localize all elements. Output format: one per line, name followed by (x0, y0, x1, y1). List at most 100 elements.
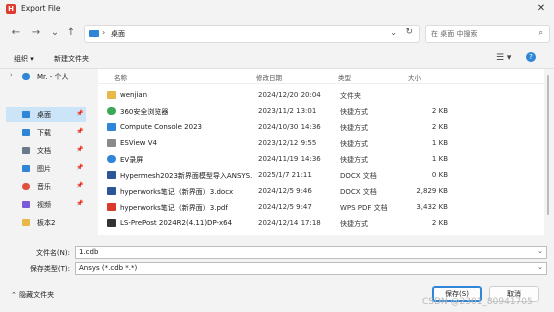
file-type: DOCX 文档 (340, 188, 377, 196)
view-options-button[interactable]: ☰ ▾ (496, 53, 511, 63)
filetype-value: Ansys (*.cdb *.*) (79, 264, 138, 272)
sidebar-item-documents[interactable]: 文档 📌 (6, 143, 86, 158)
file-type: 快捷方式 (340, 140, 368, 148)
cloud-icon (22, 73, 30, 80)
vertical-scrollbar[interactable] (546, 69, 550, 235)
file-name: Hypermesh2023新界面模型导入ANSYS... (120, 172, 252, 180)
file-date: 2024/12/20 20:04 (258, 91, 321, 99)
download-icon (22, 129, 30, 136)
file-type: 快捷方式 (340, 156, 368, 164)
file-type: 文件夹 (340, 92, 361, 100)
help-icon[interactable]: ? (526, 52, 536, 62)
forward-arrow-icon[interactable]: → (29, 26, 43, 40)
sidebar-item-label: 板本2 (37, 219, 56, 227)
search-box[interactable]: 在 桌面 中搜索 ⌕ (425, 25, 550, 43)
recent-locations-chevron-icon[interactable]: ⌄ (48, 26, 62, 40)
address-dropdown-icon[interactable]: ⌄ (390, 28, 397, 37)
column-header-size[interactable]: 大小 (408, 72, 421, 82)
music-icon (22, 183, 30, 190)
breadcrumb-location[interactable]: 桌面 (111, 29, 125, 39)
expand-chevron-icon[interactable]: › (10, 71, 13, 79)
watermark: CSDN @2301_80941705 (422, 297, 533, 307)
export-file-dialog: H Export File ✕ ← → ⌄ ↑ › 桌面 ⌄ ↻ 在 桌面 中搜… (0, 0, 554, 312)
sidebar-item-downloads[interactable]: 下载 📌 (6, 125, 86, 140)
close-icon[interactable]: ✕ (534, 2, 548, 16)
file-date: 2024/10/30 14:36 (258, 123, 321, 131)
file-size: 1 KB (431, 155, 448, 163)
file-size: 2 KB (431, 107, 448, 115)
list-item[interactable]: 360安全浏览器 2023/11/2 13:01 快捷方式 2 KB (100, 103, 540, 119)
sidebar-item-onedrive[interactable]: › Mr. - 个人 (6, 69, 86, 84)
list-item[interactable]: ESView V4 2023/12/12 9:55 快捷方式 1 KB (100, 135, 540, 151)
file-size: 2 KB (431, 123, 448, 131)
sidebar-item-videos[interactable]: 视频 📌 (6, 197, 86, 212)
filename-label: 文件名(N): (35, 249, 70, 257)
browser-icon (107, 107, 116, 115)
window-title: Export File (21, 4, 61, 13)
file-name: 360安全浏览器 (120, 108, 169, 116)
list-item[interactable]: EV录屏 2024/11/19 14:36 快捷方式 1 KB (100, 151, 540, 167)
file-name: ESView V4 (120, 139, 157, 147)
file-date: 2024/12/5 9:46 (258, 187, 312, 195)
pin-icon: 📌 (76, 146, 84, 153)
pin-icon: 📌 (76, 200, 84, 207)
list-item[interactable]: Compute Console 2023 2024/10/30 14:36 快捷… (100, 119, 540, 135)
file-name: wenjian (120, 91, 148, 99)
pin-icon: 📌 (76, 164, 84, 171)
refresh-icon[interactable]: ↻ (405, 27, 413, 37)
up-arrow-icon[interactable]: ↑ (64, 26, 78, 40)
file-date: 2024/12/14 17:18 (258, 219, 321, 227)
file-date: 2023/11/2 13:01 (258, 107, 317, 115)
recorder-icon (107, 155, 116, 163)
file-date: 2023/12/12 9:55 (258, 139, 317, 147)
list-item[interactable]: wenjian 2024/12/20 20:04 文件夹 (100, 87, 540, 103)
breadcrumb-separator: › (102, 28, 106, 37)
list-item[interactable]: hyperworks笔记（新界面）3.docx 2024/12/5 9:46 D… (100, 183, 540, 199)
sidebar-item-label: Mr. - 个人 (37, 73, 69, 81)
sidebar-item-folder[interactable]: 板本2 (6, 215, 86, 230)
pin-icon: 📌 (76, 128, 84, 135)
list-item[interactable]: LS-PrePost 2024R2(4.11)DP-x64 2024/12/14… (100, 215, 540, 231)
file-size: 3,432 KB (416, 203, 448, 211)
sidebar-item-label: 桌面 (37, 111, 51, 119)
app-icon: H (6, 4, 16, 14)
organize-menu-button[interactable]: 组织 ▾ (14, 54, 34, 64)
document-icon (22, 147, 30, 154)
sidebar-item-desktop[interactable]: 桌面 📌 (6, 107, 86, 122)
list-item[interactable]: hyperworks笔记（新界面）3.pdf 2024/12/5 9:47 WP… (100, 199, 540, 215)
sidebar-item-label: 视频 (37, 201, 51, 209)
filetype-dropdown-icon[interactable]: ⌄ (537, 263, 543, 271)
search-icon[interactable]: ⌕ (539, 28, 543, 38)
file-name: LS-PrePost 2024R2(4.11)DP-x64 (120, 219, 233, 227)
sidebar-item-label: 文档 (37, 147, 51, 155)
filename-field[interactable]: 1.cdb ⌄ (75, 246, 547, 259)
file-name: hyperworks笔记（新界面）3.pdf (120, 204, 228, 212)
filetype-select[interactable]: Ansys (*.cdb *.*) ⌄ (75, 262, 547, 275)
column-header-name[interactable]: 名称 (114, 72, 127, 82)
file-size: 1 KB (431, 139, 448, 147)
back-arrow-icon[interactable]: ← (9, 26, 23, 40)
file-size: 2 KB (431, 219, 448, 227)
pin-icon: 📌 (76, 182, 84, 189)
address-bar[interactable]: › 桌面 ⌄ ↻ (84, 25, 420, 43)
sidebar-item-pictures[interactable]: 图片 📌 (6, 161, 86, 176)
shortcut-icon (107, 123, 116, 131)
file-name: Compute Console 2023 (120, 123, 202, 131)
picture-icon (22, 165, 30, 172)
sidebar-item-music[interactable]: 音乐 📌 (6, 179, 86, 194)
column-header-date[interactable]: 修改日期 (256, 72, 282, 82)
file-name: hyperworks笔记（新界面）3.docx (120, 188, 234, 196)
hide-folders-toggle[interactable]: ⌃ 隐藏文件夹 (11, 290, 54, 300)
sort-up-icon: ⌃ (178, 69, 184, 74)
pin-icon: 📌 (76, 110, 84, 117)
file-list: ⌃ 名称 修改日期 类型 大小 wenjian 2024/12/20 20:04… (98, 69, 544, 235)
file-type: 快捷方式 (340, 108, 368, 116)
filetype-label: 保存类型(T): (29, 265, 70, 273)
shortcut-icon (107, 139, 116, 147)
column-header-type[interactable]: 类型 (338, 72, 351, 82)
sidebar-item-label: 下载 (37, 129, 51, 137)
scrollbar-thumb[interactable] (547, 75, 549, 215)
new-folder-button[interactable]: 新建文件夹 (54, 54, 89, 64)
filename-dropdown-icon[interactable]: ⌄ (537, 247, 543, 255)
list-item[interactable]: Hypermesh2023新界面模型导入ANSYS... 2025/1/7 21… (100, 167, 540, 183)
